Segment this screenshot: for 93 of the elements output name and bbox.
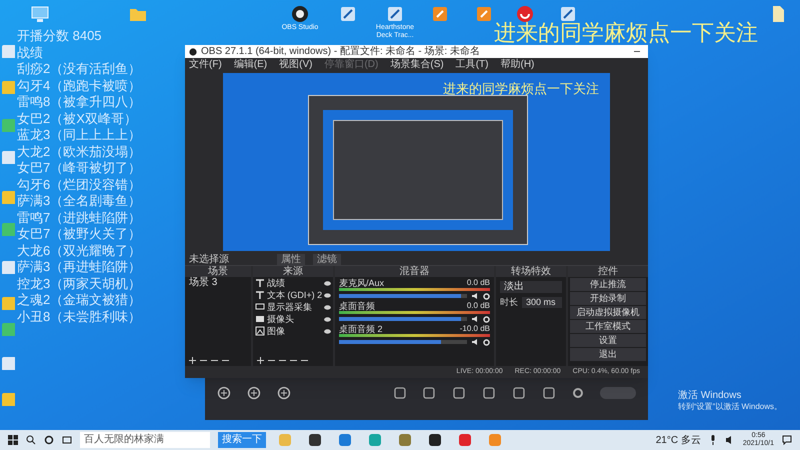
dock-title: 转场特效 [496,266,566,277]
db-reading: 0.0 dB [466,278,490,288]
search-icon[interactable] [26,435,36,445]
record-line: 大龙6（双光耀晚了） [17,242,142,259]
app-icon [430,4,450,24]
source-item[interactable]: 图像 [267,326,322,336]
shortcut-icon [1,392,15,406]
scene-item[interactable]: 场景 3 [185,277,251,289]
toolbar-button[interactable]: 滤镜 [313,254,341,264]
records-title: 战绩 [17,44,44,61]
record-line: 之魂2（金瑞文被猎） [17,292,142,308]
shortcut-icon [385,4,405,24]
record-line: 小丑8（未尝胜利味） [17,308,142,325]
record-line: 萨满3（全名剧毒鱼） [17,193,142,210]
cortana-icon[interactable] [44,435,54,445]
menu-item[interactable]: 文件(F) [189,59,222,70]
source-item[interactable]: 战绩 [267,278,322,288]
circle-logo-icon [290,4,310,24]
channel-name: 麦克风/Aux [339,278,384,288]
shortcut-icon [1,296,15,310]
shortcut-icon [1,356,15,370]
taskbar-app-icon[interactable] [428,433,442,447]
activation-title: 激活 Windows [678,390,742,402]
windows-start-icon[interactable] [8,435,18,445]
toolbar-icon[interactable] [257,357,264,364]
record-line: 萨满3（再进蛙陷阱） [17,259,142,276]
transition-select[interactable]: 淡出 [500,281,562,293]
menu-item[interactable]: 场景集合(S) [390,59,444,70]
overlay-caption: 进来的同学麻烦点一下关注 [494,20,758,46]
notification-icon[interactable] [782,435,792,445]
control-button[interactable]: 启动虚拟摄像机 [570,306,646,319]
menu-item[interactable]: 工具(T) [456,59,488,70]
search-field[interactable]: 百人无限的林家满 [80,432,210,448]
shortcut-icon [338,4,358,24]
source-bar-label: 未选择源 [189,254,230,264]
channel-name: 桌面音频 [339,301,375,311]
task-view-icon[interactable] [62,435,72,445]
channel-name: 桌面音频 2 [339,324,383,334]
preview-caption: 进来的同学麻烦点一下关注 [443,81,599,96]
text-source-icon [255,290,265,300]
menu-item[interactable]: 编辑(E) [234,59,268,70]
db-reading: 0.0 dB [466,301,490,311]
record-line: 控龙3（两家天胡机） [17,276,142,292]
record-line: 勾牙4（跑跑卡被喷） [17,78,142,94]
source-item[interactable]: 摄像头 [267,314,322,324]
dock-title: 来源 [253,266,333,277]
taskbar-app-icon[interactable] [308,433,322,447]
shortcut-icon [1,260,15,274]
image-icon [255,326,265,336]
duration-field[interactable]: 300 ms [522,297,562,308]
record-line: 刮痧2（没有活刮鱼） [17,61,142,78]
app-icon [474,4,494,24]
record-line: 女巴2（被X双峰哥） [17,110,138,127]
dock-title: 场景 [185,266,251,277]
control-button[interactable]: 停止推流 [570,278,646,291]
window-title: OBS 27.1.1 (64-bit, windows) - 配置文件: 未命名 - 场景: 未命名 [201,46,481,57]
camera-icon [255,314,265,324]
shortcut-icon [1,80,15,94]
score-text: 开播分数 8405 [17,28,103,44]
control-button[interactable]: 开始录制 [570,292,646,305]
control-button[interactable]: 退出 [570,348,646,361]
activation-hint: 转到“设置”以激活 Windows。 [678,402,782,412]
weather-text: 21°C 多云 [656,434,701,448]
shortcut-icon [558,4,578,24]
shortcut-icon [1,44,15,58]
menu-item[interactable]: 帮助(H) [500,59,534,70]
toolbar-icon[interactable] [189,357,196,364]
shortcut-icon [1,150,15,164]
toolbar-button[interactable]: 属性 [277,254,305,264]
shortcut-icon [1,222,15,236]
db-reading: -10.0 dB [460,324,490,334]
start-live-button[interactable] [600,387,636,399]
menu-item[interactable]: 视图(V) [279,59,312,70]
record-line: 雷鸣7（进跳蛙陷阱） [17,210,142,226]
dock-title: 混音器 [335,266,494,277]
circle-logo-icon [189,48,197,56]
dock-title: 控件 [568,266,648,277]
search-button[interactable]: 搜索一下 [218,432,266,448]
record-line: 女巴7（峰哥被切了） [17,160,142,176]
record-line: 雷鸣8（被拿升四八） [17,94,142,110]
record-line: 女巴7（被野火关了） [17,226,142,242]
source-item[interactable]: 文本 (GDI+) 2 [266,290,322,300]
shortcut-icon [1,118,15,132]
shortcut-icon [1,190,15,204]
record-line: 大龙2（欧米茄没塌） [17,144,142,160]
control-button[interactable]: 工作室模式 [570,320,646,333]
duration-label: 时长 [500,297,518,308]
text-source-icon [255,278,265,288]
source-item[interactable]: 显示器采集 [267,302,322,312]
control-button[interactable]: 设置 [570,334,646,347]
shortcut-icon [1,322,15,336]
record-line: 勾牙6（烂团没容错） [17,176,142,193]
record-line: 蓝龙3（同上上上上） [17,127,142,144]
